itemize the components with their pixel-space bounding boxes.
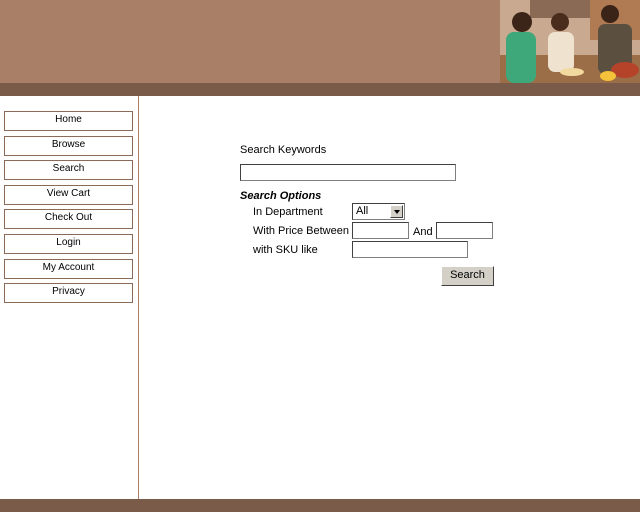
footer-band [0,499,640,512]
price-min-input[interactable] [352,222,409,239]
sidebar-nav: Home Browse Search View Cart Check Out L… [4,111,133,308]
nav-browse-button[interactable]: Browse [4,135,133,156]
sku-input[interactable] [352,241,468,258]
search-options-heading: Search Options [240,190,322,202]
nav-home-button[interactable]: Home [4,111,133,131]
department-label: In Department [253,206,323,218]
search-submit-button[interactable]: Search [441,266,494,286]
nav-login-button[interactable]: Login [4,233,133,254]
nav-privacy-button[interactable]: Privacy [4,283,133,304]
department-select-value: All [356,205,369,217]
nav-view-cart-button[interactable]: View Cart [4,184,133,205]
header-photo [500,0,640,83]
nav-search-button[interactable]: Search [4,160,133,181]
price-between-label: With Price Between [253,225,349,237]
price-and-label: And [413,226,433,238]
chevron-down-icon[interactable] [390,205,403,218]
nav-check-out-button[interactable]: Check Out [4,209,133,230]
search-keywords-label: Search Keywords [240,144,327,156]
price-max-input[interactable] [436,222,493,239]
search-keywords-input[interactable] [240,164,456,181]
department-select[interactable]: All [352,203,405,220]
sidebar-divider [138,96,139,499]
header-band [0,83,640,96]
nav-my-account-button[interactable]: My Account [4,258,133,279]
sku-label: with SKU like [253,244,318,256]
